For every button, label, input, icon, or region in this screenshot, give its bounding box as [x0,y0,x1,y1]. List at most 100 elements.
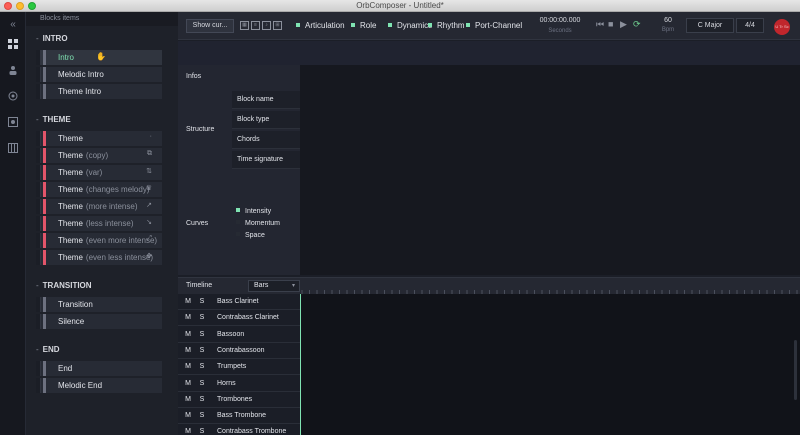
block-label: Theme [58,236,83,245]
solo-button[interactable]: S [198,363,206,370]
drag-handle[interactable] [36,361,41,376]
target-icon[interactable] [3,86,23,106]
info-field-block-name[interactable]: Block name [232,91,300,109]
solo-button[interactable]: S [198,428,206,435]
user-avatar[interactable]: U Tr Sc Ct [774,19,790,45]
drag-handle[interactable] [36,148,41,163]
section-header[interactable]: - THEME [36,115,71,124]
time-signature-selector[interactable]: 4/4 [736,18,764,33]
drag-handle[interactable] [36,216,41,231]
filter-role[interactable]: Role [351,21,376,30]
block-item[interactable]: Theme (even less intense) ✥ [36,250,162,265]
drag-handle[interactable] [36,233,41,248]
drag-handle[interactable] [36,250,41,265]
block-item[interactable]: Theme (var) ⇅ [36,165,162,180]
vertical-scrollbar[interactable] [794,340,797,400]
track-row[interactable]: M S Trombones [178,392,300,408]
section-header[interactable]: - INTRO [36,34,68,43]
mute-button[interactable]: M [184,380,192,387]
mute-button[interactable]: M [184,412,192,419]
tracks-canvas[interactable] [300,294,800,435]
solo-button[interactable]: S [198,298,206,305]
block-item[interactable]: Theme · [36,131,162,146]
person-icon[interactable] [3,60,23,80]
track-row[interactable]: M S Horns [178,376,300,392]
stop-icon[interactable]: ■ [608,19,613,29]
gear-box-icon[interactable] [3,112,23,132]
section-header[interactable]: - TRANSITION [36,281,92,290]
block-canvas[interactable] [300,65,800,275]
block-item[interactable]: Theme (copy) ⧉ [36,148,162,163]
solo-button[interactable]: S [198,412,206,419]
drag-handle[interactable] [36,131,41,146]
curve-space[interactable]: Space [236,232,265,239]
mute-button[interactable]: M [184,314,192,321]
solo-button[interactable]: S [198,314,206,321]
mute-button[interactable]: M [184,347,192,354]
filter-rhythm[interactable]: Rhythm [428,21,465,30]
track-row[interactable]: M S Contrabassoon [178,343,300,359]
mute-button[interactable]: M [184,428,192,435]
list-view-icon[interactable]: ≡ [251,21,260,30]
block-item[interactable]: Theme (less intense) ↘ [36,216,162,231]
solo-button[interactable]: S [198,380,206,387]
track-row[interactable]: M S Bass Clarinet [178,294,300,310]
block-item[interactable]: Intro ✋ [36,50,162,65]
block-item[interactable]: Melodic End [36,378,162,393]
drag-handle[interactable] [36,314,41,329]
loop-icon[interactable]: ⟳ [633,19,641,30]
piano-icon[interactable] [3,138,23,158]
grid-view-icon[interactable]: ▦ [240,21,249,30]
info-field-chords[interactable]: Chords [232,131,300,149]
solo-button[interactable]: S [198,331,206,338]
block-item[interactable]: Theme (even more intense) ⤢ [36,233,162,248]
block-item[interactable]: End [36,361,162,376]
mute-button[interactable]: M [184,363,192,370]
mute-button[interactable]: M [184,396,192,403]
blocks-icon[interactable] [3,34,23,54]
tempo-value[interactable]: 60 [660,17,676,24]
timeline-unit-select[interactable]: Bars ▾ [248,280,300,292]
block-item[interactable]: Theme (more intense) ↗ [36,199,162,214]
curve-toggle-dot[interactable] [236,220,240,224]
drag-handle[interactable] [36,297,41,312]
block-item[interactable]: Melodic Intro [36,67,162,82]
track-row[interactable]: M S Bassoon [178,327,300,343]
mute-button[interactable]: M [184,331,192,338]
curve-momentum[interactable]: Momentum [236,220,280,227]
block-item[interactable]: Transition [36,297,162,312]
curve-toggle-dot[interactable] [236,232,240,236]
block-item[interactable]: Silence [36,314,162,329]
info-field-time-signature[interactable]: Time signature [232,151,300,169]
drag-handle[interactable] [36,165,41,180]
track-row[interactable]: M S Contrabass Trombone [178,424,300,435]
solo-button[interactable]: S [198,396,206,403]
curve-toggle-dot[interactable] [236,208,240,212]
block-item[interactable]: Theme Intro [36,84,162,99]
drag-handle[interactable] [36,50,41,65]
play-icon[interactable]: ▶ [620,19,627,30]
filter-port-channel[interactable]: Port-Channel [466,21,522,30]
drag-handle[interactable] [36,378,41,393]
filter-articulation[interactable]: Articulation [296,21,345,30]
skip-back-icon[interactable]: ⏮ [596,19,604,30]
solo-button[interactable]: S [198,347,206,354]
show-current-button[interactable]: Show cur... [186,19,234,33]
curve-intensity[interactable]: Intensity [236,208,271,215]
filter-dynamics[interactable]: Dynamics [388,21,432,30]
info-field-block-type[interactable]: Block type [232,111,300,129]
drag-handle[interactable] [36,84,41,99]
track-row[interactable]: M S Trumpets [178,359,300,376]
mixer-view-icon[interactable]: ⊞ [273,21,282,30]
mute-button[interactable]: M [184,298,192,305]
track-row[interactable]: M S Contrabass Clarinet [178,310,300,327]
drag-handle[interactable] [36,67,41,82]
track-row[interactable]: M S Bass Trombone [178,408,300,425]
block-item[interactable]: Theme (changes melody) ♛ [36,182,162,197]
key-selector[interactable]: C Major [686,18,734,33]
score-view-icon[interactable]: ♪ [262,21,271,30]
section-header[interactable]: - END [36,345,60,354]
drag-handle[interactable] [36,182,41,197]
drag-handle[interactable] [36,199,41,214]
double-chevron-left-icon[interactable]: « [3,14,23,34]
